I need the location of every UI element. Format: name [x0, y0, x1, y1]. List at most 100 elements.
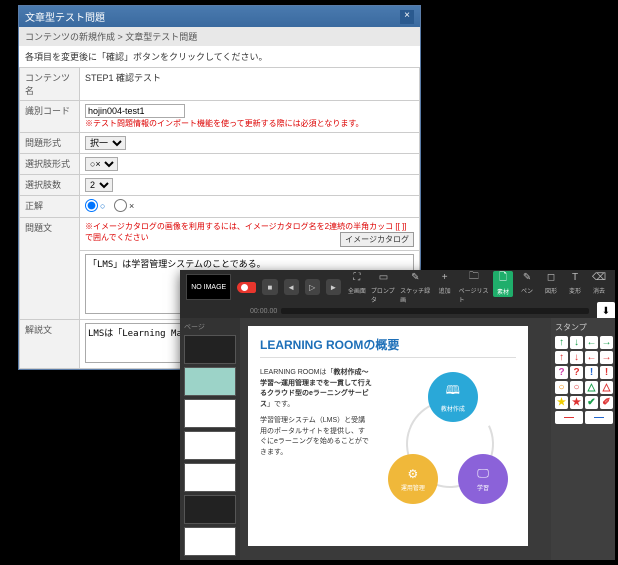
presentation-editor: NO IMAGE ■ ◄ ▷ ► ⛶全画面▭プロンプタ✎スケッチ録画+追加🗀ペー… [180, 270, 615, 560]
stamp-item[interactable]: ○ [555, 381, 568, 394]
thumb-7[interactable] [184, 527, 236, 556]
play-button[interactable]: ▷ [305, 279, 320, 295]
tool-label: 変形 [569, 286, 581, 295]
stamp-item[interactable]: ? [555, 366, 568, 379]
stamp-item[interactable]: ! [600, 366, 613, 379]
slide-title: LEARNING ROOMの概要 [260, 336, 516, 358]
circle-learn: 🖵学習 [458, 454, 508, 504]
stamp-item[interactable]: ○ [570, 381, 583, 394]
tool-icon: 🗋 [496, 272, 510, 286]
thumb-4[interactable] [184, 431, 236, 460]
thumbnail-panel: ページ [180, 318, 240, 560]
thumb-5[interactable] [184, 463, 236, 492]
close-icon[interactable]: × [400, 10, 414, 24]
tool-label: 素材 [497, 287, 509, 296]
dialog-instruction: 各項目を変更後に「確認」ボタンをクリックしてください。 [19, 46, 420, 67]
label-q-format: 問題形式 [20, 133, 80, 154]
label-contents-name: コンテンツ名 [20, 68, 80, 101]
timeline-time: 00:00.00 [250, 308, 277, 315]
id-code-input[interactable] [85, 104, 185, 118]
tool-icon: ✎ [520, 271, 534, 285]
circle-create: 🕮教材作成 [428, 372, 478, 422]
record-button[interactable] [237, 282, 256, 293]
stamp-panel: スタンプ ↑↓←→↑↓←→??!!○○△△★★✔✐—— [551, 318, 615, 560]
gear-icon: ⚙ [407, 467, 418, 481]
stamp-item[interactable]: ← [585, 336, 598, 349]
stamp-item[interactable]: ↑ [555, 336, 568, 349]
tool-図形[interactable]: ◻図形 [541, 271, 561, 295]
stamp-item[interactable]: ✐ [600, 396, 613, 409]
tool-label: プロンプタ [371, 286, 396, 304]
tool-プロンプタ[interactable]: ▭プロンプタ [371, 271, 396, 304]
slide-canvas: LEARNING ROOMの概要 LEARNING ROOMは「教材作成～学習～… [240, 318, 551, 560]
thumb-6[interactable] [184, 495, 236, 524]
tool-label: ページリスト [459, 286, 489, 304]
slide[interactable]: LEARNING ROOMの概要 LEARNING ROOMは「教材作成～学習～… [248, 326, 528, 546]
tool-追加[interactable]: +追加 [435, 271, 455, 295]
stamp-item[interactable]: ↓ [570, 336, 583, 349]
dialog-breadcrumb: コンテンツの新規作成 > 文章型テスト問題 [19, 27, 420, 46]
record-icon [241, 284, 248, 291]
stamp-item[interactable]: ! [585, 366, 598, 379]
stamp-item[interactable]: △ [585, 381, 598, 394]
stamps-header: スタンプ [555, 322, 611, 333]
stop-button[interactable]: ■ [262, 279, 277, 295]
value-contents-name: STEP1 確認テスト [80, 68, 420, 101]
q-format-select[interactable]: 択一 [85, 136, 126, 150]
opt-format-select[interactable]: ○× [85, 157, 118, 171]
tool-icon: ▭ [376, 271, 390, 285]
label-id-code: 識別コード [20, 101, 80, 133]
stamp-item[interactable]: ★ [570, 396, 583, 409]
stamp-item[interactable]: ★ [555, 396, 568, 409]
tool-label: 図形 [545, 286, 557, 295]
tool-icon: ✎ [408, 271, 422, 285]
label-opt-count: 選択肢数 [20, 175, 80, 196]
editor-toolbar: NO IMAGE ■ ◄ ▷ ► ⛶全画面▭プロンプタ✎スケッチ録画+追加🗀ペー… [180, 270, 615, 304]
tool-消去[interactable]: ⌫消去 [589, 271, 609, 295]
tool-label: スケッチ録画 [400, 286, 431, 304]
stamp-item[interactable]: ↓ [570, 351, 583, 364]
stamp-item[interactable]: → [600, 336, 613, 349]
stamp-item[interactable]: ? [570, 366, 583, 379]
tool-label: 全画面 [348, 286, 366, 295]
stamp-item[interactable]: ✔ [585, 396, 598, 409]
stamp-item[interactable]: — [585, 411, 613, 424]
thumb-1[interactable] [184, 335, 236, 364]
tool-label: ペン [521, 286, 533, 295]
dialog-title: 文章型テスト問題 [25, 9, 105, 24]
id-code-warning: ※テスト問題情報のインポート機能を使って更新する際には必須となります。 [85, 118, 414, 129]
stamp-item[interactable]: — [555, 411, 583, 424]
book-icon: 🕮 [446, 381, 460, 402]
next-button[interactable]: ► [326, 279, 341, 295]
tool-変形[interactable]: T変形 [565, 271, 585, 295]
prev-button[interactable]: ◄ [284, 279, 299, 295]
stamp-item[interactable]: △ [600, 381, 613, 394]
camera-preview: NO IMAGE [186, 274, 231, 300]
tool-label: 追加 [439, 286, 451, 295]
stamp-item[interactable]: → [600, 351, 613, 364]
thumb-2[interactable] [184, 367, 236, 396]
answer-radio-x[interactable]: × [114, 199, 134, 212]
tool-icon: ◻ [544, 271, 558, 285]
stamp-item[interactable]: ← [585, 351, 598, 364]
timeline-track[interactable] [281, 308, 589, 314]
tool-全画面[interactable]: ⛶全画面 [347, 271, 367, 295]
opt-count-select[interactable]: 2 [85, 178, 113, 192]
slide-diagram: 🕮教材作成 ⚙運用管理 🖵学習 [380, 368, 516, 518]
tool-素材[interactable]: 🗋素材 [493, 271, 513, 297]
label-exp-body: 解説文 [20, 320, 80, 369]
tool-ペン[interactable]: ✎ペン [517, 271, 537, 295]
tool-icon: + [438, 271, 452, 285]
tool-スケッチ録画[interactable]: ✎スケッチ録画 [400, 271, 431, 304]
image-catalog-button[interactable]: イメージカタログ [340, 232, 414, 247]
tool-icon: ⌫ [592, 271, 606, 285]
tool-ページリスト[interactable]: 🗀ページリスト [459, 271, 489, 304]
monitor-icon: 🖵 [477, 466, 489, 481]
label-opt-format: 選択肢形式 [20, 154, 80, 175]
thumb-3[interactable] [184, 399, 236, 428]
tool-label: 消去 [593, 286, 605, 295]
tool-icon: ⛶ [350, 271, 364, 285]
circle-manage: ⚙運用管理 [388, 454, 438, 504]
answer-radio-o[interactable]: ○ [85, 199, 105, 212]
stamp-item[interactable]: ↑ [555, 351, 568, 364]
